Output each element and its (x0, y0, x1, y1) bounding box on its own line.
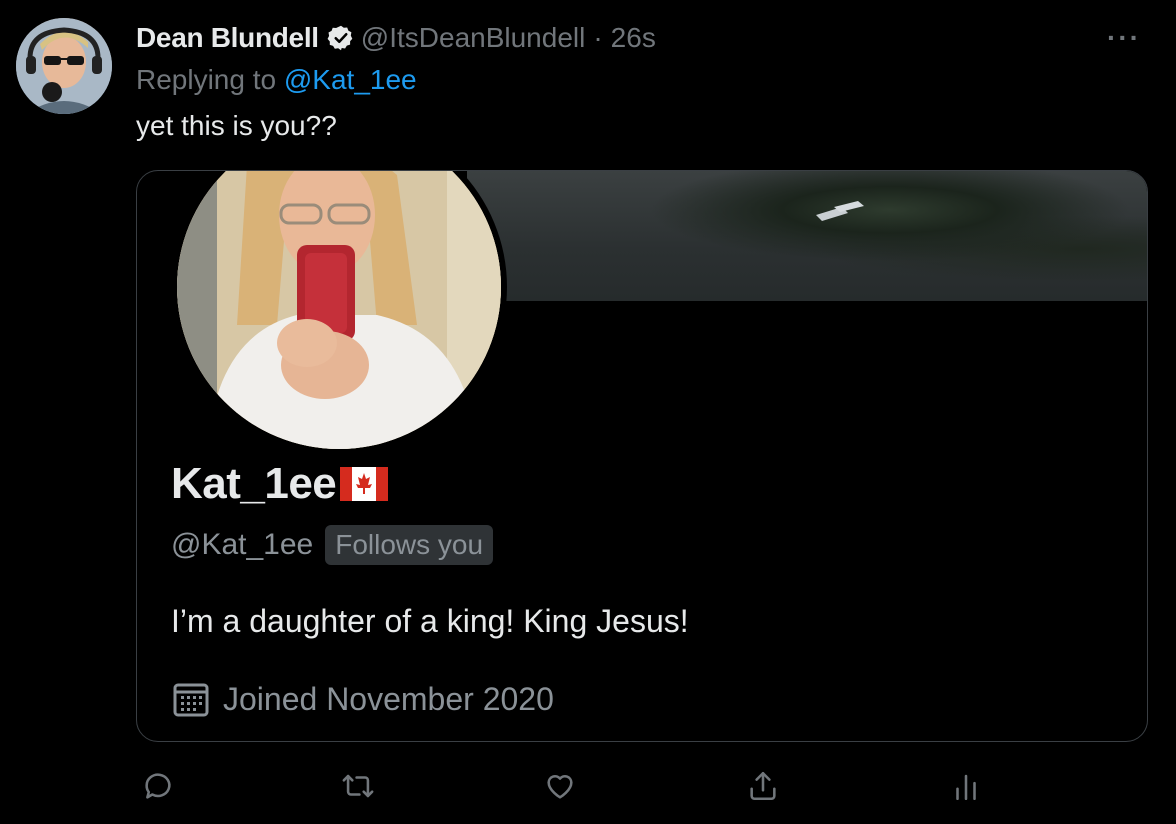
follows-you-badge: Follows you (325, 525, 494, 565)
profile-banner (467, 171, 1147, 301)
embedded-profile-handle-row: @Kat_1ee Follows you (171, 525, 494, 565)
separator-dot: · (593, 22, 603, 53)
canada-flag-icon (340, 467, 389, 501)
tweet-actions-bar (136, 762, 1096, 810)
replying-to-label: Replying to (136, 64, 277, 95)
profile-handle: @Kat_1ee (171, 528, 314, 561)
author-display-name[interactable]: Dean Blundell (136, 22, 319, 54)
retweet-button[interactable] (334, 762, 382, 810)
calendar-icon (171, 679, 211, 719)
tweet: Dean Blundell @ItsDeanBlundell · 26s ···… (0, 0, 1176, 824)
more-options-button[interactable]: ··· (1104, 18, 1144, 58)
profile-display-name: Kat_1ee (171, 459, 337, 508)
profile-picture (171, 171, 507, 455)
like-icon (547, 774, 573, 799)
profile-bio: I’m a daughter of a king! King Jesus! (171, 603, 689, 639)
like-button[interactable] (536, 762, 584, 810)
banner-detail-image (816, 201, 864, 221)
replying-to-link[interactable]: @Kat_1ee (284, 64, 417, 95)
share-icon (750, 771, 776, 801)
profile-joined-date: Joined November 2020 (223, 680, 554, 717)
analytics-button[interactable] (942, 762, 990, 810)
tweet-header: Dean Blundell @ItsDeanBlundell · 26s (136, 18, 656, 58)
share-button[interactable] (739, 762, 787, 810)
author-handle[interactable]: @ItsDeanBlundell (361, 22, 586, 54)
avatar-image (16, 18, 112, 114)
more-horizontal-icon: ··· (1107, 22, 1141, 53)
reply-button[interactable] (134, 762, 182, 810)
profile-joined-row: Joined November 2020 (171, 679, 554, 719)
retweet-icon (342, 774, 374, 798)
profile-photo-image (177, 171, 501, 449)
verified-badge-icon (327, 24, 355, 52)
attached-image[interactable]: Kat_1ee @Kat_1ee Follows you I’m a daugh… (136, 170, 1148, 742)
analytics-icon (956, 774, 976, 801)
reply-icon (145, 773, 171, 799)
tweet-timestamp[interactable]: 26s (611, 22, 656, 54)
author-avatar[interactable] (16, 18, 112, 114)
embedded-profile-name: Kat_1ee (171, 459, 389, 509)
replying-to-line: Replying to @Kat_1ee (136, 64, 417, 96)
tweet-text: yet this is you?? (136, 110, 337, 141)
